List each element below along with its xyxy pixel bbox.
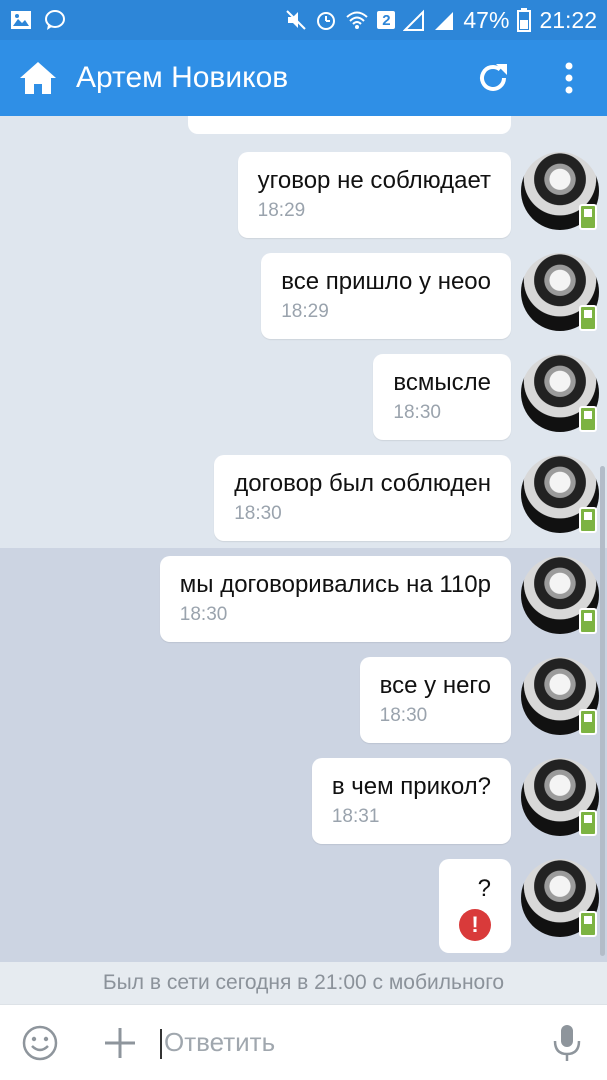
mobile-icon bbox=[579, 911, 597, 937]
message-composer bbox=[0, 1004, 607, 1080]
message-time: 18:29 bbox=[257, 200, 306, 221]
message-row: в чем прикол? 18:31 bbox=[0, 758, 607, 844]
mobile-icon bbox=[579, 305, 597, 331]
mobile-icon bbox=[579, 204, 597, 230]
refresh-icon bbox=[480, 64, 507, 91]
message-bubble[interactable]: всмысле 18:30 bbox=[373, 354, 511, 440]
mobile-icon bbox=[579, 709, 597, 735]
message-row: все у него 18:30 bbox=[0, 657, 607, 743]
message-text: уговор не соблюдает bbox=[257, 167, 491, 194]
chat-notification-icon bbox=[44, 9, 66, 31]
more-options-button[interactable] bbox=[531, 40, 607, 116]
microphone-icon bbox=[553, 1024, 581, 1061]
message-bubble[interactable]: все у него 18:30 bbox=[359, 657, 511, 743]
message-row-failed: ? ! bbox=[0, 859, 607, 953]
message-bubble[interactable]: мы договоривались на 110р 18:30 bbox=[159, 556, 511, 642]
message-bubble[interactable]: все пришло у неоо 18:29 bbox=[261, 253, 511, 339]
message-row: мы договоривались на 110р 18:30 bbox=[0, 556, 607, 642]
message-input[interactable] bbox=[160, 1027, 527, 1058]
mobile-icon bbox=[579, 608, 597, 634]
signal-icon bbox=[403, 9, 425, 31]
message-bubble-failed[interactable]: ? ! bbox=[439, 859, 511, 953]
clock: 21:22 bbox=[539, 6, 597, 33]
message-bubble[interactable]: уговор не соблюдает 18:29 bbox=[237, 152, 511, 238]
attach-button[interactable] bbox=[80, 1026, 160, 1060]
message-row: все пришло у неоо 18:29 bbox=[0, 253, 607, 339]
send-error-icon[interactable]: ! bbox=[459, 909, 491, 941]
mobile-icon bbox=[579, 810, 597, 836]
message-text: все пришло у неоо bbox=[281, 268, 491, 295]
message-text: мы договоривались на 110р bbox=[179, 571, 491, 598]
last-seen-status: Был в сети сегодня в 21:00 с мобильного bbox=[0, 962, 607, 1004]
message-text: в чем прикол? bbox=[331, 773, 491, 800]
page-title: Артем Новиков bbox=[76, 61, 289, 94]
plus-icon bbox=[105, 1027, 135, 1058]
mute-icon bbox=[285, 9, 307, 31]
message-time: 18:29 bbox=[281, 301, 329, 322]
message-bubble[interactable]: в чем прикол? 18:31 bbox=[311, 758, 511, 844]
text-caret bbox=[160, 1028, 162, 1059]
emoji-button[interactable] bbox=[0, 1024, 80, 1062]
message-time: 18:30 bbox=[379, 705, 428, 726]
emoji-icon bbox=[22, 1025, 58, 1060]
message-time: 18:30 bbox=[179, 604, 228, 625]
message-text: договор был соблюден bbox=[234, 470, 491, 497]
more-vert-icon bbox=[565, 62, 573, 94]
gallery-notification-icon bbox=[10, 10, 32, 30]
message-time: 18:31 bbox=[331, 806, 380, 827]
message-time: 18:30 bbox=[393, 402, 441, 423]
status-bar: 2 47% 21:22 bbox=[0, 0, 607, 40]
message-time: 18:30 bbox=[234, 503, 282, 524]
message-text: всмысле bbox=[393, 369, 491, 396]
battery-percent: 47% bbox=[463, 6, 510, 33]
voice-button[interactable] bbox=[527, 1023, 607, 1063]
message-text: все у него bbox=[379, 672, 491, 699]
mobile-icon bbox=[579, 507, 597, 533]
mobile-icon bbox=[579, 406, 597, 432]
home-button[interactable] bbox=[0, 40, 76, 116]
refresh-button[interactable] bbox=[455, 40, 531, 116]
home-icon bbox=[20, 62, 56, 94]
app-bar: Артем Новиков bbox=[0, 40, 607, 116]
message-row: уговор не соблюдает 18:29 bbox=[0, 152, 607, 238]
message-row: договор был соблюден 18:30 bbox=[0, 455, 607, 541]
message-input-wrap bbox=[160, 1023, 527, 1063]
scrollbar[interactable] bbox=[600, 466, 605, 956]
message-list[interactable]: уговор не соблюдает 18:29 все пришло у н… bbox=[0, 116, 607, 962]
battery-icon bbox=[517, 8, 532, 32]
message-text: ? bbox=[477, 875, 491, 902]
sim-badge: 2 bbox=[377, 11, 396, 29]
wifi-icon bbox=[345, 10, 369, 30]
message-bubble[interactable]: договор был соблюден 18:30 bbox=[214, 455, 511, 541]
message-row: всмысле 18:30 bbox=[0, 354, 607, 440]
signal-2-icon bbox=[433, 9, 455, 31]
message-bubble-partial[interactable] bbox=[188, 116, 511, 134]
alarm-icon bbox=[315, 9, 337, 31]
